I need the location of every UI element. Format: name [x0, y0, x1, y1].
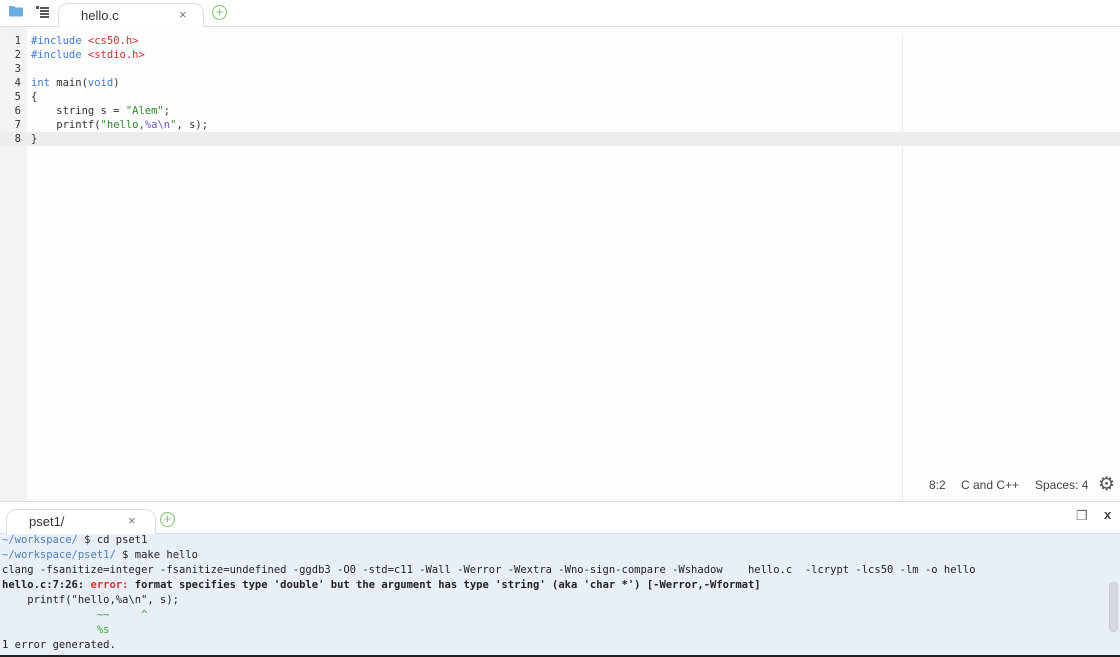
terminal-line: 1 error generated.: [2, 638, 116, 653]
editor-tab-bar: hello.c × +: [0, 0, 1120, 28]
restore-icon[interactable]: ❐: [1076, 508, 1088, 524]
code-token: <cs50.h>: [87, 35, 139, 47]
terminal-token: hello.c:7:26:: [2, 579, 91, 591]
tab-label: pset1/: [29, 514, 65, 529]
language-mode[interactable]: C and C++: [961, 478, 1019, 492]
code-text: int main(void): [31, 76, 120, 90]
code-token: %a\n: [144, 119, 171, 131]
code-text: #include <cs50.h>: [31, 34, 138, 48]
tab-label: hello.c: [81, 8, 119, 23]
gear-icon[interactable]: ⚙: [1098, 473, 1115, 496]
code-text: }: [31, 132, 37, 146]
close-icon[interactable]: ×: [179, 7, 187, 22]
code-token: , s);: [176, 119, 209, 131]
tab-hello-c[interactable]: hello.c ×: [58, 3, 204, 28]
line-number: 3: [14, 63, 21, 75]
terminal-line: %s: [2, 623, 110, 638]
code-editor[interactable]: 1 #include <cs50.h> 2 #include <stdio.h> 3 4 i…: [0, 27, 1120, 501]
code-token: void: [87, 77, 114, 89]
code-token: "Alem": [125, 105, 164, 117]
code-token: string s =: [31, 105, 126, 117]
code-token: "hello,: [100, 119, 145, 131]
terminal-token: ~~ ^: [2, 609, 148, 621]
terminal-token: 1 error generated.: [2, 639, 116, 651]
code-text: #include <stdio.h>: [31, 48, 145, 62]
code-line[interactable]: 3: [0, 62, 1120, 76]
code-line[interactable]: 6 string s = "Alem";: [0, 104, 1120, 118]
terminal-token: ~/workspace/: [2, 534, 78, 546]
folder-icon[interactable]: [8, 4, 24, 20]
code-token: }: [31, 133, 38, 145]
code-line[interactable]: 7 printf("hello,%a\n", s);: [0, 118, 1120, 132]
terminal-token: $ make hello: [115, 549, 198, 561]
code-token: main(: [49, 77, 88, 89]
terminal-token: format specifies type 'double' but the a…: [134, 579, 761, 591]
terminal-token: $ cd pset1: [77, 534, 148, 546]
close-panel-icon[interactable]: x: [1104, 507, 1111, 522]
indent-setting[interactable]: Spaces: 4: [1035, 478, 1088, 492]
terminal-token: printf("hello,%a\n", s);: [2, 594, 180, 606]
code-token: #include: [31, 49, 88, 61]
line-number: 2: [14, 49, 21, 61]
line-number: 5: [14, 91, 21, 103]
terminal-scrollbar[interactable]: [1109, 582, 1118, 632]
terminal-line: ~/workspace/ $ cd pset1: [2, 533, 147, 548]
code-token: #include: [31, 35, 88, 47]
code-token: ): [113, 77, 120, 89]
line-number: 8: [14, 133, 21, 145]
close-icon[interactable]: ×: [128, 513, 136, 528]
code-token: <stdio.h>: [87, 49, 145, 61]
terminal-line: ~~ ^: [2, 608, 148, 623]
add-terminal-icon[interactable]: +: [160, 512, 175, 527]
code-text: printf("hello,%a\n", s);: [31, 118, 208, 132]
tab-terminal-pset1[interactable]: pset1/ ×: [6, 509, 156, 534]
terminal-line: hello.c:7:26: error: format specifies ty…: [2, 578, 761, 593]
terminal-token: %s: [2, 624, 110, 636]
terminal-line: ~/workspace/pset1/ $ make hello: [2, 548, 198, 563]
code-text: string s = "Alem";: [31, 104, 170, 118]
terminal-line: clang -fsanitize=integer -fsanitize=unde…: [2, 563, 976, 578]
terminal-tab-bar: pset1/ × + ❐ x: [0, 501, 1120, 534]
outline-icon[interactable]: [36, 5, 50, 21]
code-line[interactable]: 5{: [0, 90, 1120, 104]
terminal-line: printf("hello,%a\n", s);: [2, 593, 179, 608]
terminal-token: ~/workspace/pset1/: [2, 549, 116, 561]
code-line[interactable]: 8}: [0, 132, 1120, 146]
terminal-token: clang -fsanitize=integer -fsanitize=unde…: [2, 564, 976, 576]
code-line[interactable]: 2 #include <stdio.h>: [0, 48, 1120, 62]
terminal-output[interactable]: ~/workspace/ $ cd pset1 ~/workspace/pset1…: [0, 534, 1120, 655]
code-token: printf(: [31, 119, 101, 131]
code-token: int: [31, 77, 50, 89]
code-token: ;: [163, 105, 171, 117]
line-number: 6: [14, 105, 21, 117]
line-number: 7: [14, 119, 21, 131]
code-text: {: [31, 90, 37, 104]
terminal-token: error:: [90, 579, 135, 591]
add-tab-icon[interactable]: +: [212, 5, 227, 20]
code-token: {: [31, 91, 38, 103]
cursor-position[interactable]: 8:2: [929, 478, 946, 492]
code-line[interactable]: 4 int main(void): [0, 76, 1120, 90]
line-number: 4: [14, 77, 21, 89]
line-number: 1: [14, 35, 21, 47]
code-line[interactable]: 1 #include <cs50.h>: [0, 34, 1120, 48]
